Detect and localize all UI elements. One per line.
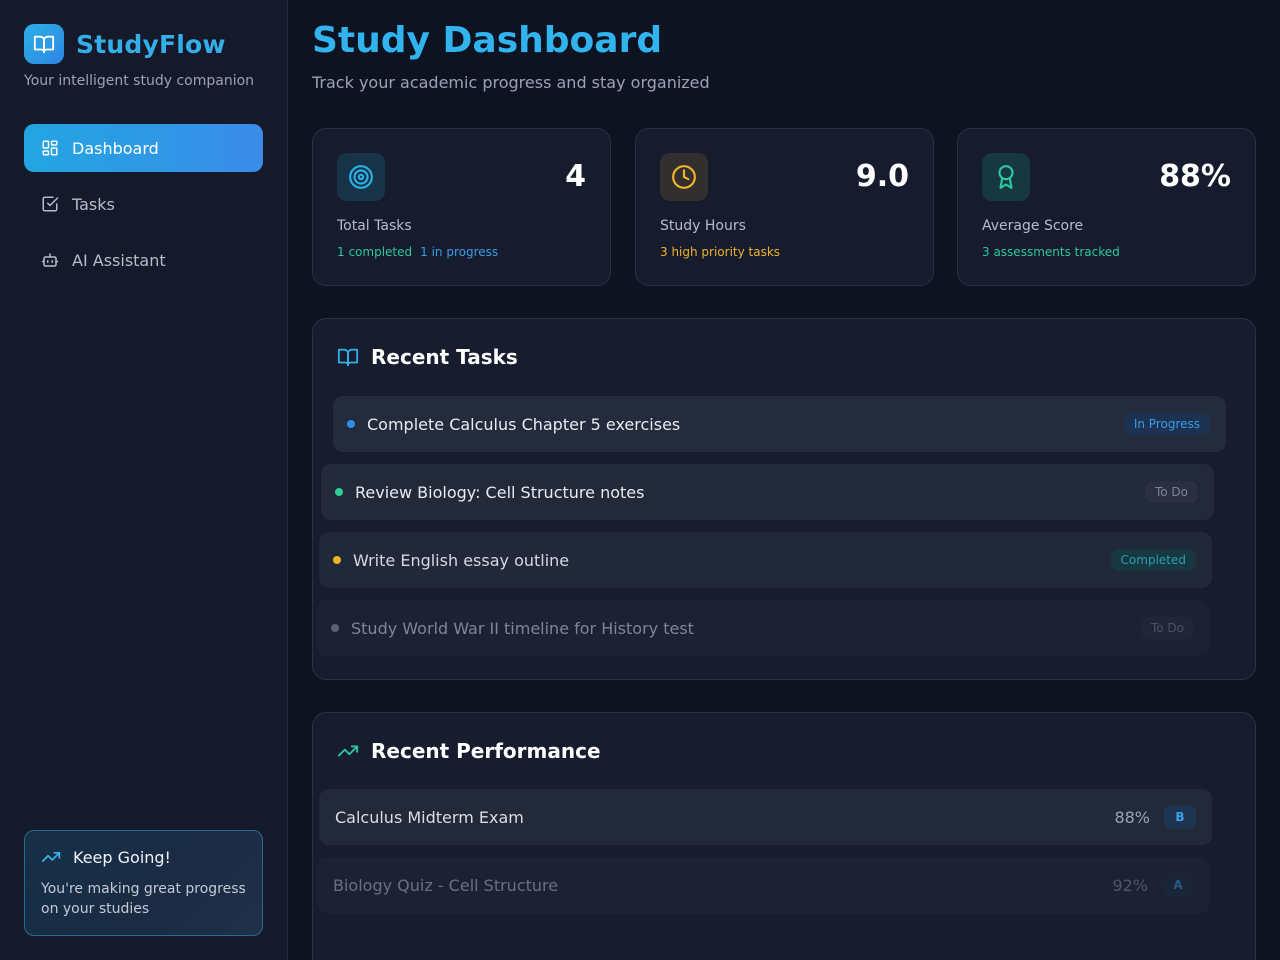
brand[interactable]: StudyFlow bbox=[24, 24, 226, 64]
stat-sub: 3 assessments tracked bbox=[982, 245, 1120, 259]
stat-sub: 1 completed 1 in progress bbox=[337, 245, 498, 259]
performance-row[interactable]: Calculus Midterm Exam 88% B bbox=[319, 789, 1212, 845]
stat-completed: 1 completed bbox=[337, 245, 413, 259]
sidebar-item-tasks[interactable]: Tasks bbox=[24, 180, 263, 228]
sidebar-item-label: Tasks bbox=[72, 194, 115, 214]
assessment-score: 92% bbox=[1112, 875, 1148, 895]
performance-row[interactable]: Biology Quiz - Cell Structure 92% A bbox=[317, 857, 1210, 913]
task-row[interactable]: Study World War II timeline for History … bbox=[317, 600, 1210, 656]
trending-up-icon bbox=[337, 745, 359, 757]
stat-value: 88% bbox=[1159, 159, 1231, 194]
page-title: Study Dashboard bbox=[312, 20, 663, 61]
stat-card-total-tasks: 4 Total Tasks 1 completed 1 in progress bbox=[312, 128, 611, 286]
task-row[interactable]: Write English essay outline Completed bbox=[319, 532, 1212, 588]
stat-label: Study Hours bbox=[660, 218, 746, 234]
task-row[interactable]: Complete Calculus Chapter 5 exercises In… bbox=[333, 396, 1226, 452]
recent-performance-panel: Recent Performance Calculus Midterm Exam… bbox=[312, 712, 1256, 960]
keep-going-card: Keep Going! You're making great progress… bbox=[24, 830, 263, 936]
sidebar-item-label: Dashboard bbox=[72, 138, 159, 158]
checkbox-icon bbox=[40, 194, 60, 214]
page-subtitle: Track your academic progress and stay or… bbox=[312, 73, 710, 92]
stat-priority: 3 high priority tasks bbox=[660, 245, 781, 259]
keep-going-title: Keep Going! bbox=[73, 847, 171, 867]
sidebar-item-dashboard[interactable]: Dashboard bbox=[24, 124, 263, 172]
grade-badge: A bbox=[1162, 873, 1194, 897]
task-row[interactable]: Review Biology: Cell Structure notes To … bbox=[321, 464, 1214, 520]
stat-sub: 3 high priority tasks bbox=[660, 245, 780, 259]
recent-tasks-panel: Recent Tasks Complete Calculus Chapter 5… bbox=[312, 318, 1256, 680]
stat-label: Average Score bbox=[982, 218, 1084, 234]
stat-value: 9.0 bbox=[855, 159, 909, 194]
status-dot bbox=[335, 488, 343, 496]
grade-badge: B bbox=[1164, 805, 1196, 829]
sidebar-item-ai-assistant[interactable]: AI Assistant bbox=[24, 236, 263, 284]
status-badge: To Do bbox=[1140, 617, 1194, 639]
sidebar-nav: Dashboard Tasks AI Assistant bbox=[24, 124, 263, 292]
trending-up-icon bbox=[41, 852, 61, 862]
stat-label: Total Tasks bbox=[337, 218, 412, 234]
keep-going-text: You're making great progress on your stu… bbox=[41, 881, 246, 917]
status-dot bbox=[333, 556, 341, 564]
panel-title: Recent Tasks bbox=[371, 345, 518, 369]
task-title: Review Biology: Cell Structure notes bbox=[355, 482, 645, 502]
status-badge: To Do bbox=[1144, 481, 1198, 503]
task-title: Write English essay outline bbox=[353, 550, 570, 570]
dashboard-icon bbox=[40, 138, 60, 158]
stat-in-progress: 1 in progress bbox=[420, 245, 499, 259]
assessment-name: Calculus Midterm Exam bbox=[335, 807, 524, 827]
task-title: Complete Calculus Chapter 5 exercises bbox=[367, 414, 681, 434]
book-icon bbox=[24, 24, 64, 64]
book-icon bbox=[337, 348, 359, 367]
stat-assessments: 3 assessments tracked bbox=[982, 245, 1120, 259]
assessment-score: 88% bbox=[1114, 807, 1150, 827]
brand-name: StudyFlow bbox=[76, 29, 226, 59]
task-title: Study World War II timeline for History … bbox=[351, 618, 694, 638]
robot-icon bbox=[40, 250, 60, 270]
stat-card-average-score: 88% Average Score 3 assessments tracked bbox=[957, 128, 1256, 286]
status-badge: In Progress bbox=[1123, 413, 1210, 435]
panel-title: Recent Performance bbox=[371, 739, 601, 763]
clock-icon bbox=[660, 153, 708, 201]
status-dot bbox=[347, 420, 355, 428]
target-icon bbox=[337, 153, 385, 201]
status-badge: Completed bbox=[1110, 549, 1196, 571]
sidebar: StudyFlow Your intelligent study compani… bbox=[0, 0, 288, 960]
sidebar-item-label: AI Assistant bbox=[72, 250, 166, 270]
assessment-name: Biology Quiz - Cell Structure bbox=[333, 875, 559, 895]
stat-value: 4 bbox=[565, 159, 586, 194]
award-icon bbox=[982, 153, 1030, 201]
brand-tagline: Your intelligent study companion bbox=[24, 73, 255, 89]
status-dot bbox=[331, 624, 339, 632]
stat-card-study-hours: 9.0 Study Hours 3 high priority tasks bbox=[635, 128, 934, 286]
